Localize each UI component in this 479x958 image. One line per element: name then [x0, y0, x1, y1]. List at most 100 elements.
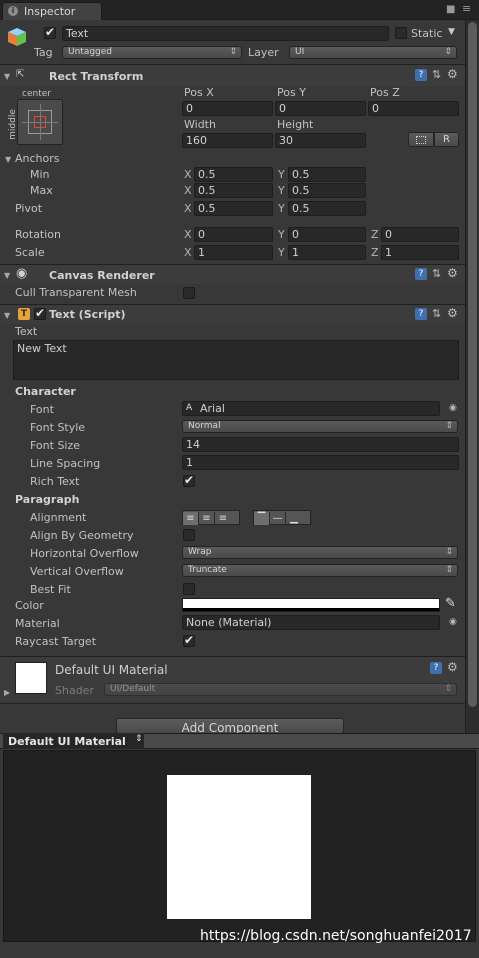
text-area[interactable]: New Text [13, 340, 459, 380]
raycast-target-checkbox[interactable]: ✔ [183, 633, 195, 647]
alpha-bar [183, 608, 439, 611]
blueprint-mode-button[interactable] [408, 132, 434, 147]
align-center-icon[interactable]: ≡ [199, 512, 215, 525]
best-fit-label: Best Fit [30, 583, 71, 596]
raycast-target-label: Raycast Target [15, 635, 97, 648]
tab-inspector[interactable]: i Inspector [2, 2, 102, 20]
align-top-icon[interactable]: ▔ [254, 512, 270, 525]
rotation-label: Rotation [15, 228, 62, 241]
help-icon[interactable]: ? [430, 662, 442, 674]
material-foldout-icon[interactable]: ▶ [4, 688, 10, 698]
scrollbar-thumb[interactable] [468, 22, 477, 707]
best-fit-checkbox[interactable] [183, 583, 195, 595]
horizontal-overflow-dropdown[interactable]: Wrap ⇕ [182, 546, 458, 559]
object-picker-icon[interactable]: ◉ [449, 617, 457, 627]
color-swatch-field[interactable] [182, 598, 440, 612]
pos-y-input[interactable]: 0 [275, 101, 366, 116]
scale-y-input[interactable]: 1 [288, 245, 366, 260]
pos-y-header: Pos Y [277, 86, 306, 99]
min-y-axis: Y [278, 168, 285, 181]
rot-x-axis: X [184, 228, 192, 241]
component-header-icons: ? ⇅ ⚙ [415, 306, 465, 322]
vertical-overflow-dropdown[interactable]: Truncate ⇕ [182, 564, 458, 577]
pos-x-input[interactable]: 0 [182, 101, 273, 116]
alignment-label: Alignment [30, 511, 87, 524]
scrollbar-track[interactable] [465, 20, 479, 733]
pos-z-input[interactable]: 0 [368, 101, 459, 116]
static-dropdown-icon[interactable]: ▼ [448, 27, 455, 37]
preset-icon[interactable]: ⇅ [432, 68, 441, 81]
settings-gear-icon[interactable]: ⚙ [447, 306, 458, 320]
line-spacing-input[interactable]: 1 [182, 455, 459, 470]
preset-icon[interactable]: ⇅ [432, 307, 441, 320]
pivot-label: Pivot [15, 202, 43, 215]
updown-icon: ⇕ [229, 47, 237, 57]
help-icon[interactable]: ? [415, 308, 427, 320]
cull-transparent-mesh-checkbox[interactable] [183, 287, 195, 299]
font-object-field[interactable]: A Arial [182, 401, 440, 416]
shader-dropdown[interactable]: UI/Default ⇕ [104, 683, 457, 696]
material-object-field[interactable]: None (Material) [182, 615, 440, 630]
help-icon[interactable]: ? [415, 69, 427, 81]
scale-z-input[interactable]: 1 [381, 245, 459, 260]
preview-dropdown-icon[interactable]: ⇕ [135, 734, 143, 744]
rot-y-axis: Y [278, 228, 285, 241]
align-by-geometry-checkbox[interactable] [183, 529, 195, 541]
scale-x-input[interactable]: 1 [194, 245, 273, 260]
align-bottom-icon[interactable]: ▁ [286, 512, 302, 525]
pivot-y-axis: Y [278, 202, 285, 215]
character-header: Character [15, 385, 76, 398]
anchors-foldout-icon[interactable]: ▼ [5, 155, 11, 165]
max-x-axis: X [184, 184, 192, 197]
object-name-input[interactable]: Text [62, 26, 389, 41]
pivot-x-input[interactable]: 0.5 [194, 201, 273, 216]
tag-dropdown[interactable]: Untagged ⇕ [62, 46, 242, 59]
eye-icon: ◉ [16, 266, 28, 281]
vertical-overflow-label: Vertical Overflow [30, 565, 124, 578]
eyedropper-icon[interactable]: ✎ [445, 596, 456, 611]
rich-text-checkbox[interactable]: ✔ [183, 473, 195, 487]
width-input[interactable]: 160 [182, 133, 273, 148]
static-checkbox[interactable] [395, 27, 407, 39]
foldout-arrow-icon[interactable]: ▼ [4, 311, 10, 321]
paragraph-header: Paragraph [15, 493, 80, 506]
active-toggle[interactable]: ✔ [44, 25, 56, 39]
rotation-z-input[interactable]: 0 [381, 227, 459, 242]
lock-icon[interactable]: ■ [446, 4, 455, 15]
text-enabled-toggle[interactable]: ✔ [34, 306, 46, 320]
height-input[interactable]: 30 [275, 133, 366, 148]
settings-gear-icon[interactable]: ⚙ [447, 67, 458, 81]
help-icon[interactable]: ? [415, 268, 427, 280]
anchor-min-y-input[interactable]: 0.5 [288, 167, 366, 182]
layer-dropdown[interactable]: UI ⇕ [289, 46, 457, 59]
pivot-y-input[interactable]: 0.5 [288, 201, 366, 216]
material-label: Material [15, 617, 60, 630]
preview-title: Default UI Material [8, 735, 126, 748]
horizontal-overflow-label: Horizontal Overflow [30, 547, 139, 560]
rotation-y-input[interactable]: 0 [288, 227, 366, 242]
anchor-max-x-input[interactable]: 0.5 [194, 183, 273, 198]
align-left-icon[interactable]: ≡ [183, 512, 199, 525]
object-picker-icon[interactable]: ◉ [449, 403, 457, 413]
updown-icon: ⇕ [445, 547, 453, 557]
anchor-v-line [40, 104, 41, 140]
align-right-icon[interactable]: ≡ [215, 512, 231, 525]
raw-edit-button[interactable]: R [434, 132, 459, 147]
settings-gear-icon[interactable]: ⚙ [447, 660, 458, 674]
font-size-input[interactable]: 14 [182, 437, 459, 452]
scale-x-axis: X [184, 246, 192, 259]
foldout-arrow-icon[interactable]: ▼ [4, 271, 10, 281]
anchors-label: Anchors [15, 152, 60, 165]
anchor-max-y-input[interactable]: 0.5 [288, 183, 366, 198]
font-style-dropdown[interactable]: Normal ⇕ [182, 420, 458, 433]
anchor-min-x-input[interactable]: 0.5 [194, 167, 273, 182]
rotation-x-input[interactable]: 0 [194, 227, 273, 242]
min-label: Min [30, 168, 50, 181]
add-component-button[interactable]: Add Component [116, 718, 344, 734]
align-middle-icon[interactable]: — [270, 512, 286, 525]
foldout-arrow-icon[interactable]: ▼ [4, 72, 10, 82]
preset-icon[interactable]: ⇅ [432, 267, 441, 280]
settings-gear-icon[interactable]: ⚙ [447, 266, 458, 280]
tab-menu-icon[interactable]: ≡ [462, 2, 471, 15]
anchor-preset-button[interactable] [17, 99, 63, 145]
